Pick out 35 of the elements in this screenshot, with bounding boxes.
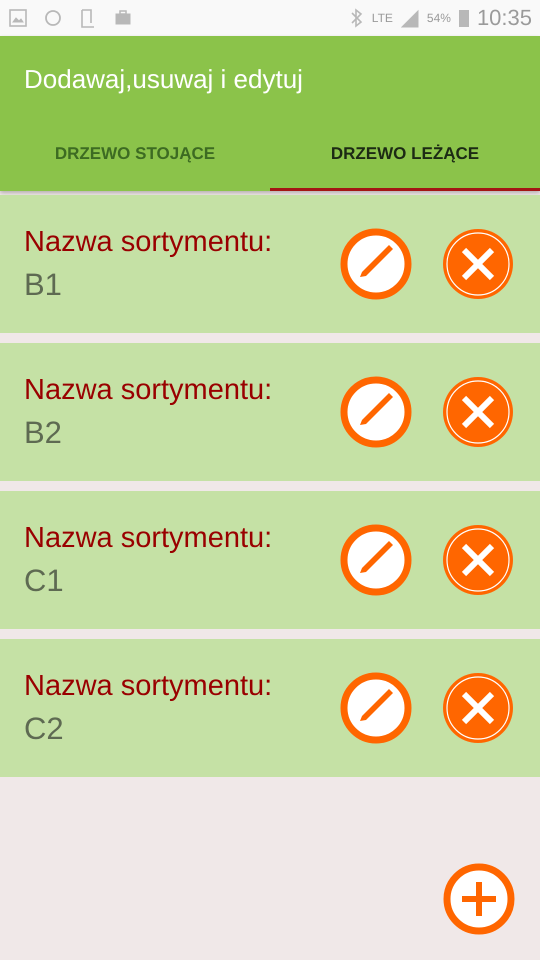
signal-icon	[400, 8, 419, 28]
delete-button[interactable]	[442, 376, 514, 448]
close-icon	[442, 376, 514, 448]
close-icon	[442, 228, 514, 300]
network-type: LTE	[372, 11, 393, 25]
tab[interactable]: DRZEWO LEŻĄCE	[270, 120, 540, 191]
battery-icon	[458, 10, 469, 26]
add-button[interactable]	[442, 862, 516, 936]
delete-button[interactable]	[442, 228, 514, 300]
close-icon	[442, 672, 514, 744]
close-icon	[442, 524, 514, 596]
item-value: C2	[24, 710, 65, 746]
item-label: Nazwa sortymentu:	[24, 670, 274, 702]
pencil-icon	[340, 228, 412, 300]
clock: 10:35	[476, 5, 532, 31]
item-value: B2	[24, 414, 63, 450]
delete-button[interactable]	[442, 672, 514, 744]
pencil-icon	[340, 376, 412, 448]
bluetooth-icon	[350, 7, 364, 29]
plus-icon	[442, 862, 516, 936]
delete-button[interactable]	[442, 524, 514, 596]
image-icon	[8, 8, 28, 28]
pencil-icon	[340, 524, 412, 596]
edit-button[interactable]	[340, 672, 412, 744]
app-title: Dodawaj,usuwaj i edytuj	[23, 63, 304, 96]
edit-button[interactable]	[340, 376, 412, 448]
item-label: Nazwa sortymentu:	[24, 226, 274, 258]
item-label: Nazwa sortymentu:	[24, 522, 274, 554]
item-value: C1	[24, 562, 65, 598]
battery-percent: 54%	[426, 11, 451, 25]
item-label: Nazwa sortymentu:	[24, 374, 274, 406]
pencil-icon	[340, 672, 412, 744]
edit-button[interactable]	[340, 524, 412, 596]
item-value: B1	[24, 266, 63, 302]
edit-button[interactable]	[340, 228, 412, 300]
